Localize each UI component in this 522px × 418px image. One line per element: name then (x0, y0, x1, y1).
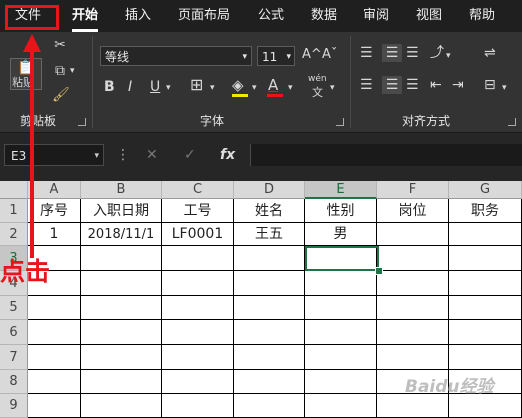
annotation-click-label: 点击 (0, 257, 51, 286)
watermark: Baidu经验 (405, 377, 494, 397)
annotation-arrow (23, 34, 41, 258)
